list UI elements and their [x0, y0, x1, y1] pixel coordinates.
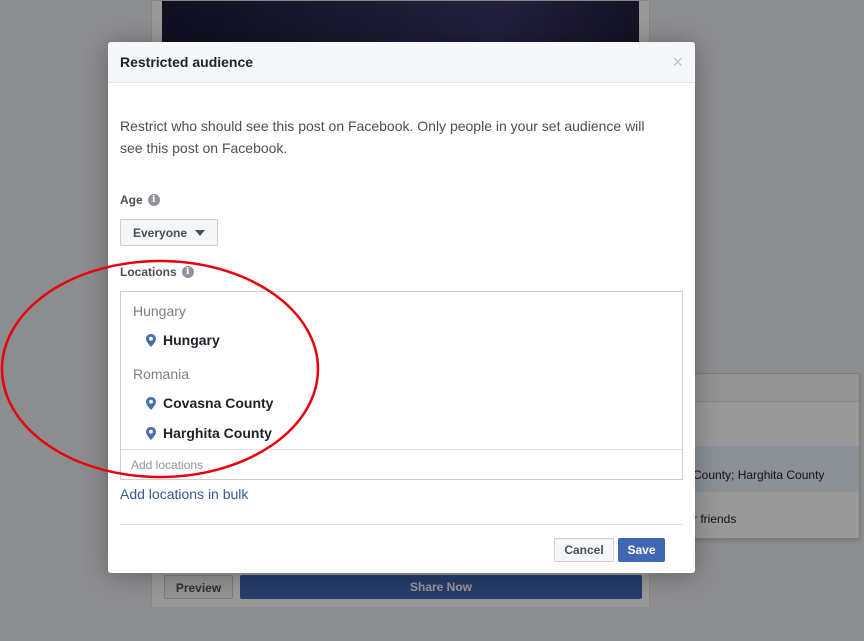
- close-icon[interactable]: ×: [672, 53, 683, 71]
- age-field-label: Age i: [120, 193, 160, 207]
- location-item-hungary[interactable]: Hungary: [146, 332, 220, 348]
- location-group-hungary: Hungary: [133, 303, 186, 319]
- dialog-description: Restrict who should see this post on Fac…: [120, 118, 645, 156]
- dialog-header: Restricted audience ×: [108, 42, 695, 83]
- age-select-value: Everyone: [133, 225, 188, 240]
- restricted-audience-dialog: Restricted audience × Restrict who shoul…: [108, 42, 695, 573]
- save-button[interactable]: Save: [618, 538, 665, 562]
- location-item-covasna[interactable]: Covasna County: [146, 395, 273, 411]
- add-locations-bulk-link[interactable]: Add locations in bulk: [120, 486, 248, 502]
- cancel-button[interactable]: Cancel: [554, 538, 614, 562]
- age-label: Age: [120, 193, 143, 207]
- location-pin-icon: [146, 396, 156, 410]
- location-pin-icon: [146, 333, 156, 347]
- age-select[interactable]: Everyone: [120, 219, 218, 246]
- location-name: Hungary: [163, 332, 220, 348]
- locations-label: Locations: [120, 265, 177, 279]
- info-icon[interactable]: i: [147, 194, 160, 206]
- location-group-romania: Romania: [133, 366, 190, 382]
- locations-box: Hungary Hungary Romania Covasna County H…: [120, 291, 683, 480]
- dialog-footer-divider: [120, 524, 683, 525]
- location-name: Harghita County: [163, 425, 272, 441]
- locations-field-label: Locations i: [120, 265, 194, 279]
- location-item-harghita[interactable]: Harghita County: [146, 425, 272, 441]
- location-name: Covasna County: [163, 395, 274, 411]
- add-locations-input[interactable]: [121, 450, 682, 479]
- info-icon[interactable]: i: [181, 266, 194, 278]
- dialog-title: Restricted audience: [120, 54, 254, 70]
- caret-down-icon: [195, 229, 206, 236]
- location-pin-icon: [146, 426, 156, 440]
